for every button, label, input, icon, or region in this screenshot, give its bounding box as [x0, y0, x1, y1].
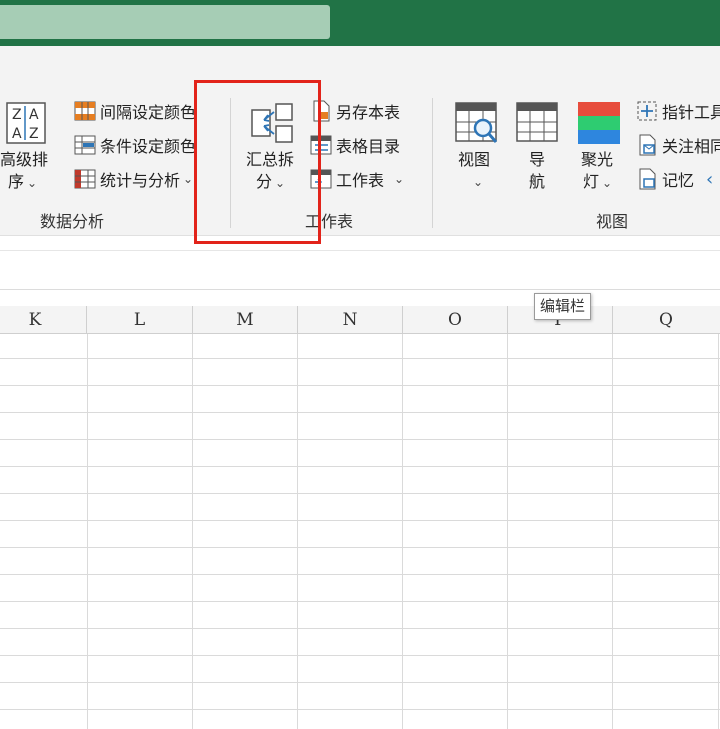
view-label[interactable]: 视图: [458, 149, 490, 171]
grid-line: [297, 334, 298, 729]
column-header-row: K L M N O P Q: [0, 306, 720, 334]
grid-line: [0, 574, 720, 575]
spotlight-label-line2[interactable]: 灯 ⌄: [583, 171, 612, 194]
watch-related-icon: [639, 134, 656, 156]
column-header-n[interactable]: N: [298, 306, 403, 334]
grid-line: [0, 493, 720, 494]
data-analysis-group-label: 数据分析: [40, 212, 105, 231]
grid-line: [0, 358, 720, 359]
chevron-down-icon: ⌄: [183, 172, 194, 186]
grid-line: [0, 466, 720, 467]
grid-line: [0, 628, 720, 629]
spotlight-label[interactable]: 聚光: [581, 149, 613, 171]
memory-icon: [639, 168, 656, 190]
svg-text:A: A: [29, 107, 39, 123]
grid-line: [0, 682, 720, 683]
pointer-tool-button[interactable]: 指针工具: [636, 98, 720, 124]
table-of-contents-label: 表格目录: [336, 137, 401, 156]
chevron-down-icon[interactable]: ⌄: [473, 171, 483, 193]
pointer-tool-icon: [637, 101, 657, 121]
cell-grid[interactable]: [0, 334, 720, 729]
grid-line: [0, 520, 720, 521]
worksheet-menu-button[interactable]: 工作表 ⌄: [310, 166, 404, 192]
view-group-label: 视图: [596, 212, 629, 231]
advanced-sort-icon[interactable]: Z A A Z: [6, 102, 46, 144]
stats-analysis-button[interactable]: 统计与分析 ⌄: [74, 166, 193, 192]
interval-color-button[interactable]: 间隔设定颜色: [74, 98, 196, 124]
grid-line: [192, 334, 193, 729]
grid-line: [87, 334, 88, 729]
grid-line: [0, 439, 720, 440]
grid-line: [0, 655, 720, 656]
column-header-l[interactable]: L: [87, 306, 193, 334]
watch-related-button[interactable]: 关注相同: [636, 132, 720, 158]
svg-text:Z: Z: [29, 126, 39, 142]
save-copy-button[interactable]: 另存本表: [310, 98, 400, 124]
column-header-m[interactable]: M: [193, 306, 298, 334]
column-header-o[interactable]: O: [403, 306, 508, 334]
condition-color-icon: [74, 135, 96, 155]
advanced-sort-label-line2[interactable]: 序 ⌄: [8, 171, 37, 194]
save-copy-label: 另存本表: [336, 103, 401, 122]
spotlight-icon[interactable]: [578, 102, 620, 144]
grid-line: [718, 334, 719, 729]
watch-related-label: 关注相同: [662, 137, 720, 156]
group-separator: [432, 98, 433, 228]
advanced-sort-label[interactable]: 高级排: [0, 149, 48, 171]
grid-line: [0, 601, 720, 602]
formula-bar[interactable]: [0, 250, 720, 290]
grid-line: [0, 709, 720, 710]
navigate-label-line2[interactable]: 航: [529, 171, 545, 193]
grid-line: [402, 334, 403, 729]
pointer-tool-label: 指针工具: [662, 103, 720, 122]
grid-line: [0, 412, 720, 413]
chevron-down-icon: ⌄: [27, 176, 38, 190]
navigate-label[interactable]: 导: [529, 149, 545, 171]
formula-bar-tooltip: 编辑栏: [534, 293, 592, 320]
chevron-down-icon: ⌄: [602, 176, 613, 190]
navigate-icon[interactable]: [516, 102, 558, 144]
svg-text:Z: Z: [12, 107, 22, 123]
interval-color-icon: [74, 101, 96, 121]
memory-button[interactable]: 记忆 ‹: [636, 166, 713, 192]
interval-color-label: 间隔设定颜色: [100, 103, 197, 122]
highlight-box: [194, 80, 321, 244]
table-of-contents-button[interactable]: 表格目录: [310, 132, 400, 158]
stats-analysis-icon: [74, 169, 96, 189]
worksheet-menu-label: 工作表: [336, 171, 385, 190]
grid-line: [0, 385, 720, 386]
grid-line: [507, 334, 508, 729]
chevron-left-icon[interactable]: ‹: [706, 169, 713, 190]
condition-color-button[interactable]: 条件设定颜色: [74, 132, 196, 158]
grid-line: [612, 334, 613, 729]
condition-color-label: 条件设定颜色: [100, 137, 197, 156]
view-icon[interactable]: [455, 102, 499, 144]
stats-analysis-label: 统计与分析: [100, 171, 181, 190]
chevron-down-icon: ⌄: [394, 172, 405, 186]
title-search-box[interactable]: [0, 5, 330, 39]
svg-text:A: A: [12, 126, 22, 142]
column-header-q[interactable]: Q: [613, 306, 719, 334]
column-header-k[interactable]: K: [0, 306, 87, 334]
grid-line: [0, 547, 720, 548]
memory-label: 记忆: [662, 171, 695, 190]
title-bar: [0, 0, 720, 46]
